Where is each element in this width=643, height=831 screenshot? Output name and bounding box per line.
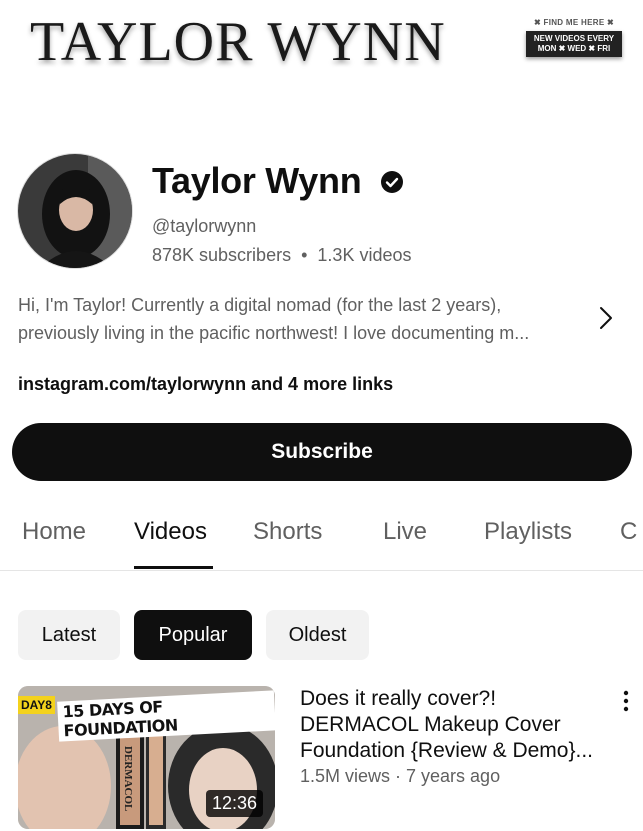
more-vert-icon[interactable]	[620, 689, 632, 713]
tab-videos[interactable]: Videos	[134, 518, 207, 546]
video-thumbnail[interactable]: DERMACOL DAY8 15 DAYS OF FOUNDATION 12:3…	[18, 686, 275, 829]
subscribe-button[interactable]: Subscribe	[12, 423, 632, 481]
channel-stats: 878K subscribers • 1.3K videos	[152, 245, 411, 266]
channel-banner: TAYLOR WYNN ✖ FIND ME HERE ✖ NEW VIDEOS …	[0, 0, 643, 100]
verified-badge-icon	[381, 171, 403, 193]
channel-links[interactable]: instagram.com/taylorwynn and 4 more link…	[18, 374, 393, 395]
description-line: Hi, I'm Taylor! Currently a digital noma…	[18, 295, 502, 315]
chip-oldest[interactable]: Oldest	[266, 610, 369, 660]
channel-tabs: Home Videos Shorts Live Playlists C	[0, 500, 643, 571]
stats-separator: •	[301, 245, 308, 265]
subscriber-count: 878K subscribers	[152, 245, 292, 265]
channel-avatar[interactable]	[17, 153, 133, 269]
chevron-right-icon[interactable]	[598, 305, 614, 331]
chip-latest[interactable]: Latest	[18, 610, 120, 660]
channel-description[interactable]: Hi, I'm Taylor! Currently a digital noma…	[18, 291, 583, 347]
thumbnail-day-badge: DAY8	[18, 696, 55, 714]
channel-handle: @taylorwynn	[152, 216, 257, 236]
tab-live[interactable]: Live	[383, 518, 427, 546]
video-title-line: DERMACOL Makeup Cover	[300, 713, 561, 736]
description-line: previously living in the pacific northwe…	[18, 323, 530, 343]
avatar-image	[18, 154, 132, 268]
video-title-line: Foundation {Review & Demo}...	[300, 739, 593, 762]
video-count: 1.3K videos	[317, 245, 412, 265]
video-duration: 12:36	[205, 790, 263, 817]
tab-community[interactable]: C	[620, 518, 643, 546]
banner-find-me: ✖ FIND ME HERE ✖	[534, 18, 614, 27]
banner-title: TAYLOR WYNN	[30, 11, 446, 73]
tab-shorts[interactable]: Shorts	[253, 518, 322, 546]
banner-schedule-line1: NEW VIDEOS EVERY	[533, 34, 615, 43]
banner-schedule-line2: MON ✖ WED ✖ FRI	[537, 44, 611, 53]
tab-playlists[interactable]: Playlists	[484, 518, 572, 546]
banner-schedule-box: ✖ FIND ME HERE ✖ NEW VIDEOS EVERY MON ✖ …	[526, 18, 622, 57]
banner-schedule: NEW VIDEOS EVERY MON ✖ WED ✖ FRI	[526, 31, 622, 57]
chip-popular[interactable]: Popular	[134, 610, 252, 660]
channel-name: Taylor Wynn	[152, 160, 362, 201]
active-tab-indicator	[134, 566, 213, 569]
video-title-line: Does it really cover?!	[300, 687, 497, 710]
thumbnail-product-label: DERMACOL	[122, 746, 134, 812]
video-title[interactable]: Does it really cover?! DERMACOL Makeup C…	[300, 686, 610, 764]
tab-home[interactable]: Home	[22, 518, 86, 546]
video-meta: 1.5M views · 7 years ago	[300, 766, 501, 786]
